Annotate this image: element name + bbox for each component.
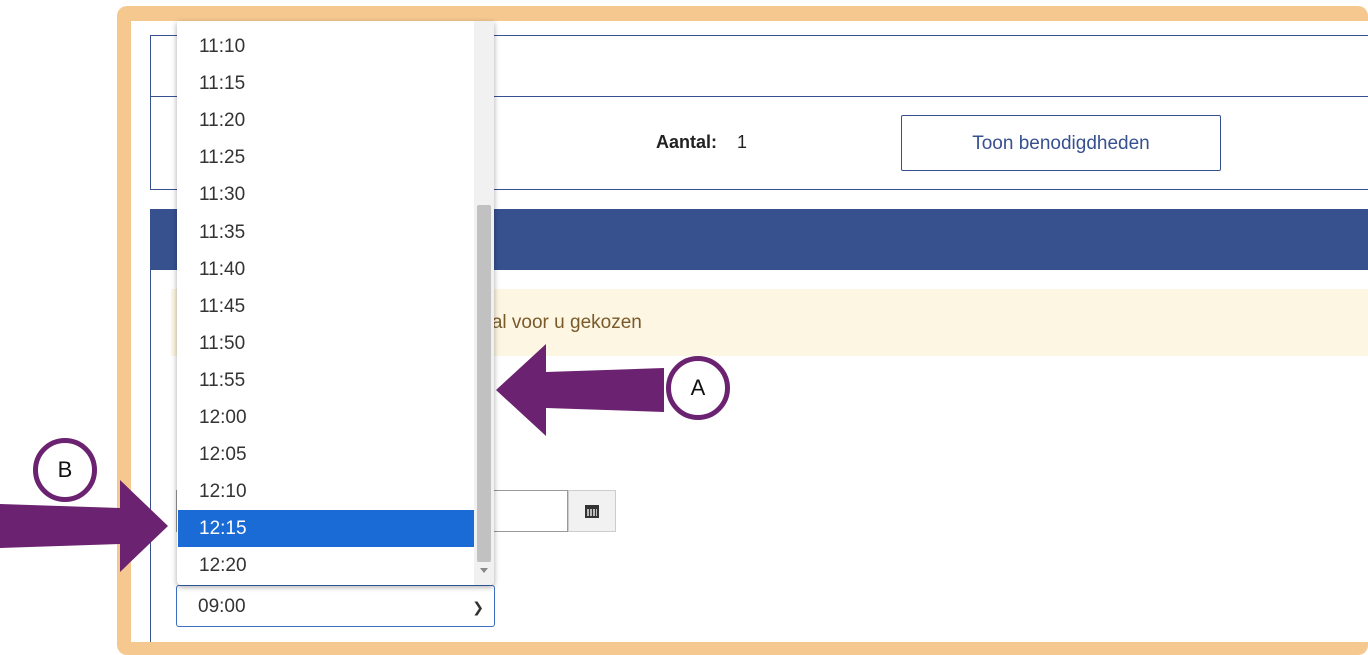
calendar-icon	[585, 504, 599, 518]
dropdown-option[interactable]: 12:20	[178, 547, 474, 584]
arrow-a-shape	[496, 344, 664, 436]
scrollbar-thumb[interactable]	[477, 205, 491, 562]
quantity-value: 1	[737, 132, 748, 152]
show-supplies-button[interactable]: Toon benodigdheden	[901, 115, 1221, 171]
dropdown-option[interactable]: 11:45	[178, 288, 474, 325]
dropdown-option[interactable]: 12:05	[178, 436, 474, 473]
dropdown-option[interactable]: 11:55	[178, 362, 474, 399]
dropdown-option[interactable]: 11:50	[178, 325, 474, 362]
annotation-arrow-a	[496, 344, 664, 436]
dropdown-option[interactable]: 11:30	[178, 176, 474, 213]
dropdown-option[interactable]: 11:10	[178, 28, 474, 65]
dropdown-option[interactable]: 11:35	[178, 214, 474, 251]
dropdown-option[interactable]: 12:15	[178, 510, 474, 548]
dropdown-option[interactable]: 11:15	[178, 65, 474, 102]
dropdown-option[interactable]: 12:10	[178, 473, 474, 510]
time-dropdown-list[interactable]: 11:10 11:15 11:20 11:25 11:30 11:35 11:40 11:45…	[177, 21, 494, 585]
quantity-label: Aantal:	[656, 132, 718, 152]
time-select[interactable]: 09:00 ❯	[176, 585, 495, 627]
calendar-button[interactable]	[568, 490, 616, 532]
dropdown-scrollbar[interactable]	[474, 21, 494, 585]
dropdown-option[interactable]: 12:00	[178, 399, 474, 436]
dropdown-option[interactable]: 11:25	[178, 139, 474, 176]
dropdown-option[interactable]: 11:20	[178, 102, 474, 139]
dropdown-option[interactable]: 11:40	[178, 251, 474, 288]
chevron-down-icon: ❯	[472, 599, 484, 615]
annotation-badge-b: B	[33, 438, 97, 502]
time-select-value: 09:00	[198, 596, 246, 617]
annotation-badge-a: A	[666, 356, 730, 420]
scroll-down-arrow-icon[interactable]	[480, 568, 488, 573]
